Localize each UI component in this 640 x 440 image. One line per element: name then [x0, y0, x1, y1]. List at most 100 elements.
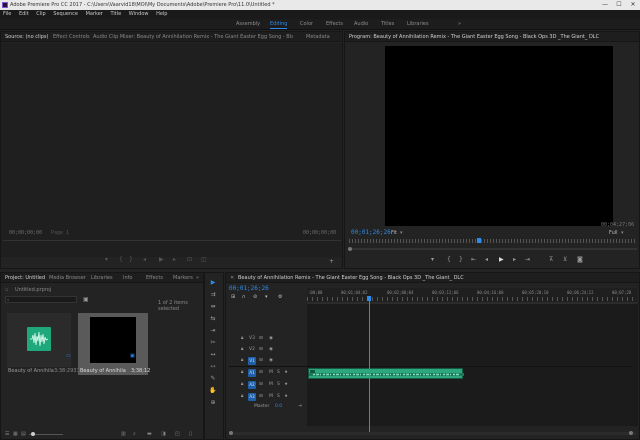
timeline-sequence-tab[interactable]: Beauty of Annihilation Remix - The Giant…: [238, 273, 538, 282]
program-go-in-icon[interactable]: ⇤: [471, 256, 476, 263]
track-select-tool-icon[interactable]: ⇉: [208, 290, 218, 300]
track-target[interactable]: A2: [248, 381, 256, 389]
nest-toggle-icon[interactable]: ⊞: [231, 294, 235, 300]
timeline-scrollbar[interactable]: [230, 432, 636, 435]
program-go-out-icon[interactable]: ⇥: [525, 256, 530, 263]
new-item-icon[interactable]: ◨: [161, 431, 166, 437]
menu-help[interactable]: Help: [156, 11, 167, 17]
slip-tool-icon[interactable]: ↔: [208, 350, 218, 360]
slide-tool-icon[interactable]: ⇿: [208, 362, 218, 372]
tab-audio-clip-mixer[interactable]: Audio Clip Mixer: Beauty of Annihilation…: [93, 32, 293, 41]
program-camera-icon[interactable]: ◙: [577, 256, 583, 263]
menu-marker[interactable]: Marker: [86, 11, 103, 17]
program-marker-icon[interactable]: ▾: [431, 256, 434, 263]
workspace-color[interactable]: Color: [300, 19, 313, 30]
menu-window[interactable]: Window: [129, 11, 149, 17]
sync-lock-icon[interactable]: ⊟: [259, 380, 263, 390]
workspace-audio[interactable]: Audio: [354, 19, 368, 30]
lock-icon[interactable]: 🔒︎: [241, 392, 243, 402]
rate-stretch-tool-icon[interactable]: ⇥: [208, 326, 218, 336]
program-zoom-scroll[interactable]: [349, 248, 637, 250]
project-search-input[interactable]: [5, 296, 77, 303]
timeline-tracks-area[interactable]: [307, 304, 637, 426]
program-timecode[interactable]: 00;01;26;26: [351, 229, 391, 236]
timeline-scroll-handle-left[interactable]: [229, 431, 233, 435]
snap-icon[interactable]: ∩: [242, 294, 246, 300]
track-target[interactable]: V1: [248, 357, 256, 365]
source-play-icon[interactable]: ▶: [159, 256, 164, 263]
fit-chevron-icon[interactable]: ▾: [400, 230, 403, 236]
track-target[interactable]: A3: [248, 393, 256, 401]
close-button[interactable]: ✕: [626, 0, 640, 10]
workspace-titles[interactable]: Titles: [381, 19, 394, 30]
workspace-assembly[interactable]: Assembly: [236, 19, 260, 30]
program-lift-icon[interactable]: ⊼: [549, 256, 553, 263]
menu-file[interactable]: File: [3, 11, 11, 17]
tab-media-browser[interactable]: Media Browser: [49, 273, 86, 282]
solo-button[interactable]: S: [277, 380, 280, 390]
solo-button[interactable]: S: [277, 368, 280, 378]
tab-source[interactable]: Source: (no clips): [5, 32, 48, 41]
selection-tool-icon[interactable]: ▶: [208, 278, 218, 288]
program-viewer[interactable]: [385, 46, 613, 226]
tab-markers[interactable]: Markers: [173, 273, 193, 282]
eye-icon[interactable]: ◉: [269, 356, 273, 366]
sync-lock-icon[interactable]: ⊟: [259, 392, 263, 402]
eye-icon[interactable]: ◉: [269, 345, 273, 355]
trash-icon[interactable]: ▯: [189, 431, 192, 437]
program-in-icon[interactable]: {: [447, 256, 451, 263]
workspace-more[interactable]: »: [458, 19, 461, 30]
program-play-icon[interactable]: ▶: [499, 256, 504, 263]
rolling-edit-tool-icon[interactable]: ⇆: [208, 314, 218, 324]
maximize-button[interactable]: ☐: [612, 0, 626, 10]
program-out-icon[interactable]: }: [459, 256, 463, 263]
ripple-edit-tool-icon[interactable]: ⇹: [208, 302, 218, 312]
new-bin-bottom-icon[interactable]: ▬: [147, 431, 152, 437]
workspace-editing[interactable]: Editing: [270, 19, 288, 29]
program-step-forward-icon[interactable]: ▸: [513, 256, 516, 263]
tab-info[interactable]: Info: [123, 273, 132, 282]
mute-button[interactable]: M: [269, 380, 273, 390]
solo-button[interactable]: S: [277, 392, 280, 402]
sync-lock-icon[interactable]: ⊟: [259, 368, 263, 378]
zoom-slider-handle[interactable]: [31, 432, 35, 436]
mute-button[interactable]: M: [269, 392, 273, 402]
source-in-icon[interactable]: {: [119, 256, 123, 263]
new-bin-icon[interactable]: ▣: [83, 296, 89, 303]
tab-project[interactable]: Project: Untitled: [5, 273, 45, 282]
eye-icon[interactable]: ◉: [269, 334, 273, 344]
program-fit-select[interactable]: Fit: [391, 230, 397, 236]
timeline-timecode[interactable]: 00;01;26;26: [229, 285, 269, 292]
program-zoom-handle[interactable]: [348, 247, 352, 251]
track-target[interactable]: A1: [248, 369, 256, 377]
program-playhead[interactable]: [477, 238, 481, 243]
zoom-tool-icon[interactable]: ⊕: [208, 398, 218, 408]
timeline-scroll-handle-right[interactable]: [629, 431, 633, 435]
lock-icon[interactable]: 🔒︎: [241, 356, 243, 366]
mute-button[interactable]: M: [269, 368, 273, 378]
voiceover-mic-icon[interactable]: ⏺: [285, 368, 287, 378]
tab-effect-controls[interactable]: Effect Controls: [53, 32, 90, 41]
go-to-out-icon[interactable]: ⇥: [298, 404, 302, 409]
pen-tool-icon[interactable]: ✎: [208, 374, 218, 384]
add-marker-icon[interactable]: ▾: [265, 294, 268, 300]
menu-clip[interactable]: Clip: [36, 11, 45, 17]
tab-metadata[interactable]: Metadata: [306, 32, 330, 41]
program-time-ruler[interactable]: [349, 239, 637, 243]
timeline-playhead-line[interactable]: [369, 300, 370, 432]
sync-lock-icon[interactable]: ⊟: [259, 345, 263, 355]
menu-title[interactable]: Title: [110, 11, 121, 17]
project-item-sequence[interactable]: ▣: [78, 313, 148, 367]
quality-chevron-icon[interactable]: ▾: [621, 230, 624, 236]
source-add-button-icon[interactable]: +: [329, 258, 334, 265]
list-view-icon[interactable]: ☰: [5, 431, 9, 437]
program-quality-select[interactable]: Full: [609, 230, 618, 236]
tabs-more[interactable]: »: [196, 273, 199, 282]
source-out-icon[interactable]: }: [129, 256, 133, 263]
automate-icon[interactable]: ▥: [121, 431, 126, 437]
menu-edit[interactable]: Edit: [19, 11, 29, 17]
master-volume[interactable]: 0.0: [275, 404, 282, 409]
menu-sequence[interactable]: Sequence: [53, 11, 78, 17]
source-insert-icon[interactable]: ⊡: [187, 256, 192, 263]
lock-icon[interactable]: 🔒︎: [241, 380, 243, 390]
